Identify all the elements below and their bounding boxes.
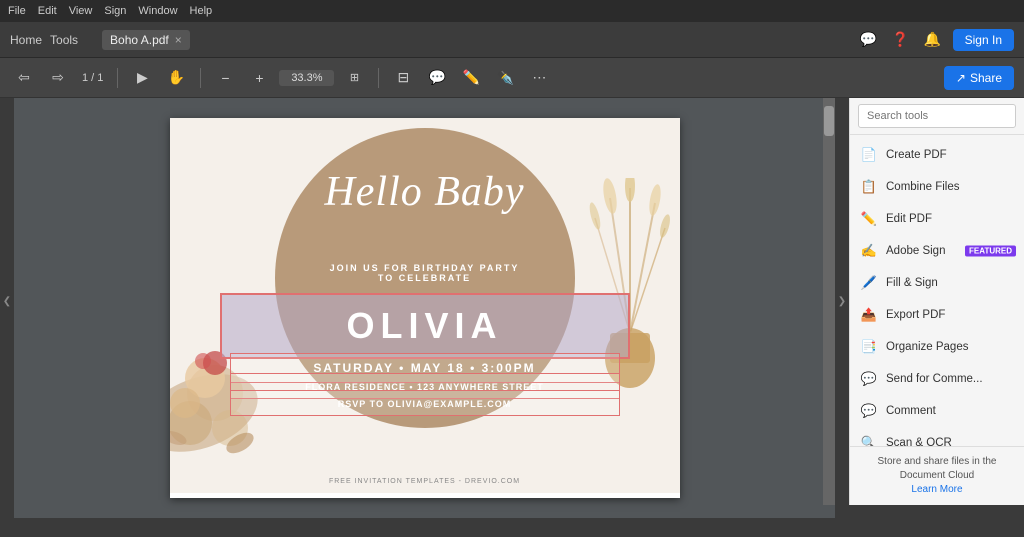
invitation-title: Hello Baby xyxy=(170,168,680,216)
share-button[interactable]: ↗ Share xyxy=(944,66,1014,90)
pdf-tab-close[interactable]: × xyxy=(175,33,182,47)
learn-more-link[interactable]: Learn More xyxy=(911,484,962,495)
menu-view[interactable]: View xyxy=(69,5,93,17)
adobe-sign-featured-badge: FEATURED xyxy=(965,246,1016,257)
menu-file[interactable]: File xyxy=(8,5,26,17)
zoom-level[interactable]: 33.3% xyxy=(279,70,334,86)
pdf-tab-filename: Boho A.pdf xyxy=(110,33,169,47)
toolbar: ⇦ ⇨ 1 / 1 ▶ ✋ − + 33.3% ⊞ ⊟ 💬 ✏️ ✒️ ⋯ ↗ … xyxy=(0,58,1024,98)
invitation-subtitle: JOIN US FOR BIRTHDAY PARTY TO CELEBRATE xyxy=(170,263,680,283)
tool-item-create-pdf[interactable]: 📄 Create PDF xyxy=(850,139,1024,171)
menu-edit[interactable]: Edit xyxy=(38,5,57,17)
fill-sign-icon: 🖊️ xyxy=(860,274,878,292)
stamp-button[interactable]: ✒️ xyxy=(491,64,519,92)
left-panel-collapse[interactable]: ❮ xyxy=(0,98,14,505)
draw-button[interactable]: ✏️ xyxy=(457,64,485,92)
edit-pdf-icon: ✏️ xyxy=(860,210,878,228)
sep1 xyxy=(117,68,118,88)
tool-item-organize-pages[interactable]: 📑 Organize Pages xyxy=(850,331,1024,363)
select-tool-button[interactable]: ▶ xyxy=(128,64,156,92)
pdf-scrollbar[interactable] xyxy=(823,98,835,505)
pdf-viewer: Hello Baby JOIN US FOR BIRTHDAY PARTY TO… xyxy=(14,98,835,518)
menu-window[interactable]: Window xyxy=(138,5,177,17)
header-icons: 💬 ❓ 🔔 Sign In xyxy=(857,28,1014,52)
menu-sign[interactable]: Sign xyxy=(104,5,126,17)
fill-sign-label: Fill & Sign xyxy=(886,277,1014,289)
chat-icon[interactable]: 💬 xyxy=(857,28,881,52)
bell-icon[interactable]: 🔔 xyxy=(921,28,945,52)
more-tools-button[interactable]: ⋯ xyxy=(525,64,553,92)
app-header: Home Tools Boho A.pdf × 💬 ❓ 🔔 Sign In xyxy=(0,22,1024,58)
help-icon[interactable]: ❓ xyxy=(889,28,913,52)
tool-item-edit-pdf[interactable]: ✏️ Edit PDF xyxy=(850,203,1024,235)
invitation-name: OLIVIA xyxy=(346,305,502,346)
tool-item-adobe-sign[interactable]: ✍️Adobe SignFEATURED xyxy=(850,235,1024,267)
invitation-background: Hello Baby JOIN US FOR BIRTHDAY PARTY TO… xyxy=(170,118,680,493)
export-pdf-label: Export PDF xyxy=(886,309,1014,321)
cloud-text: Store and share files in the Document Cl… xyxy=(860,455,1014,483)
tool-item-fill-sign[interactable]: 🖊️ Fill & Sign xyxy=(850,267,1024,299)
comment-icon: 💬 xyxy=(860,402,878,420)
search-tools-bar xyxy=(850,98,1024,135)
adobe-sign-icon: ✍️ xyxy=(860,242,878,260)
invitation-rsvp: RSVP TO OLIVIA@EXAMPLE.COM xyxy=(338,399,511,409)
tool-item-comment[interactable]: 💬 Comment xyxy=(850,395,1024,427)
edit-pdf-label: Edit PDF xyxy=(886,213,1014,225)
tool-item-export-pdf[interactable]: 📤 Export PDF xyxy=(850,299,1024,331)
organize-pages-icon: 📑 xyxy=(860,338,878,356)
tool-item-scan-ocr[interactable]: 🔍 Scan & OCR xyxy=(850,427,1024,446)
send-comment-icon: 💬 xyxy=(860,370,878,388)
pdf-scroll-wrapper: Hello Baby JOIN US FOR BIRTHDAY PARTY TO… xyxy=(14,98,835,505)
tools-list: 📄 Create PDF 📋 Combine Files ✏️ Edit PDF ✍️Ado… xyxy=(850,135,1024,446)
nav-tools[interactable]: Tools xyxy=(50,33,78,47)
sign-in-button[interactable]: Sign In xyxy=(953,29,1014,51)
pan-tool-button[interactable]: ✋ xyxy=(162,64,190,92)
scroll-mode-button[interactable]: ⊟ xyxy=(389,64,417,92)
search-tools-input[interactable] xyxy=(858,104,1016,128)
zoom-in-button[interactable]: + xyxy=(245,64,273,92)
combine-files-icon: 📋 xyxy=(860,178,878,196)
menu-bar: File Edit View Sign Window Help xyxy=(0,0,1024,22)
next-page-button[interactable]: ⇨ xyxy=(44,64,72,92)
comment-label: Comment xyxy=(886,405,1014,417)
zoom-out-button[interactable]: − xyxy=(211,64,239,92)
right-tools-panel: 📄 Create PDF 📋 Combine Files ✏️ Edit PDF ✍️Ado… xyxy=(849,98,1024,505)
tool-item-send-comment[interactable]: 💬 Send for Comme... xyxy=(850,363,1024,395)
fit-page-button[interactable]: ⊞ xyxy=(340,64,368,92)
export-pdf-icon: 📤 xyxy=(860,306,878,324)
invitation-rsvp-box: RSVP TO OLIVIA@EXAMPLE.COM xyxy=(230,390,620,416)
create-pdf-icon: 📄 xyxy=(860,146,878,164)
prev-page-button[interactable]: ⇦ xyxy=(10,64,38,92)
menu-help[interactable]: Help xyxy=(190,5,213,17)
annotation-button[interactable]: 💬 xyxy=(423,64,451,92)
page-indicator: 1 / 1 xyxy=(78,72,107,84)
pdf-page: Hello Baby JOIN US FOR BIRTHDAY PARTY TO… xyxy=(170,118,680,498)
invitation-footer: FREE INVITATION TEMPLATES - DREVIO.COM xyxy=(170,478,680,485)
nav-home[interactable]: Home xyxy=(10,33,42,47)
tool-item-combine-files[interactable]: 📋 Combine Files xyxy=(850,171,1024,203)
scan-ocr-label: Scan & OCR xyxy=(886,437,1014,446)
main-area: ❮ xyxy=(0,98,1024,505)
sep2 xyxy=(200,68,201,88)
combine-files-label: Combine Files xyxy=(886,181,1014,193)
share-icon: ↗ xyxy=(956,71,966,85)
sep3 xyxy=(378,68,379,88)
scan-ocr-icon: 🔍 xyxy=(860,434,878,446)
send-comment-label: Send for Comme... xyxy=(886,373,1014,385)
right-panel-collapse[interactable]: ❯ xyxy=(835,98,849,505)
cloud-section: Store and share files in the Document Cl… xyxy=(850,446,1024,505)
organize-pages-label: Organize Pages xyxy=(886,341,1014,353)
invitation-name-box: OLIVIA xyxy=(220,293,630,359)
pdf-scrollbar-thumb[interactable] xyxy=(824,106,834,136)
create-pdf-label: Create PDF xyxy=(886,149,1014,161)
